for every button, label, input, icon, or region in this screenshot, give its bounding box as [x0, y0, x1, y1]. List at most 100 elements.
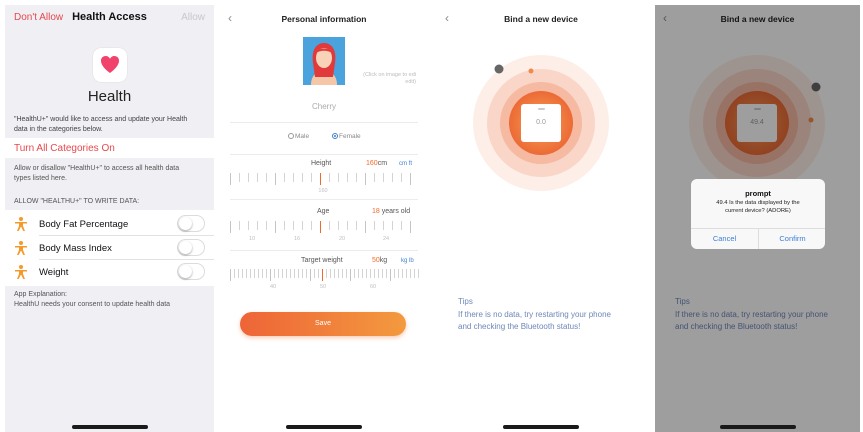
- tips-line: and checking the Bluetooth status!: [458, 322, 581, 331]
- ruler-tick: [347, 173, 348, 182]
- ruler-tick: [257, 173, 258, 182]
- save-button[interactable]: Save: [240, 312, 406, 336]
- ruler-tick-label: 24: [382, 236, 390, 242]
- ruler-tick: [338, 173, 339, 182]
- list-item-bmi[interactable]: Body Mass Index: [5, 236, 214, 260]
- weight-unit-switch[interactable]: kg lb: [401, 258, 414, 264]
- ruler-tick-label: 60: [369, 284, 377, 290]
- confirm-button[interactable]: Confirm: [759, 229, 825, 249]
- ruler-tick: [383, 221, 384, 230]
- height-unit-switch[interactable]: cm ft: [399, 161, 412, 167]
- gender-female-label: Female: [339, 133, 361, 140]
- ruler-tick: [284, 173, 285, 182]
- person-figure-icon: [15, 217, 27, 231]
- body-fat-toggle[interactable]: [177, 215, 205, 232]
- ruler-tick: [330, 269, 331, 278]
- ruler-tick: [284, 221, 285, 230]
- list-item-label: Body Fat Percentage: [39, 219, 129, 230]
- tips-title: Tips: [458, 297, 473, 306]
- gender-female-option[interactable]: Female: [332, 133, 361, 140]
- cancel-button[interactable]: Cancel: [691, 229, 758, 249]
- weight-toggle[interactable]: [177, 263, 205, 280]
- ruler-tick: [320, 173, 321, 185]
- radio-checked-icon: [332, 133, 338, 140]
- ruler-tick: [314, 269, 315, 278]
- tips-line: If there is no data, try restarting your…: [458, 309, 611, 319]
- ruler-tick: [350, 269, 351, 281]
- scale-reading: 0.0: [536, 119, 546, 126]
- home-indicator[interactable]: [503, 425, 579, 429]
- page-title: Personal information: [281, 14, 367, 24]
- ruler-tick: [410, 269, 411, 278]
- divider: [230, 154, 418, 155]
- ruler-tick: [406, 269, 407, 278]
- allow-disallow-text: Allow or disallow "HealthU+" to access a…: [14, 164, 206, 184]
- ruler-tick: [334, 269, 335, 278]
- health-access-screen: Don't Allow Health Access Allow Health "…: [5, 5, 214, 432]
- turn-all-on-button[interactable]: Turn All Categories On: [14, 143, 115, 154]
- ruler-tick: [418, 269, 419, 278]
- allow-text-line: types listed here.: [14, 175, 67, 182]
- ruler-tick: [293, 221, 294, 230]
- target-weight-ruler[interactable]: [230, 269, 419, 283]
- ruler-tick: [239, 173, 240, 182]
- list-item-weight[interactable]: Weight: [5, 260, 214, 284]
- divider: [230, 199, 418, 200]
- ruler-tick: [394, 269, 395, 278]
- gender-male-label: Male: [295, 133, 310, 140]
- home-indicator[interactable]: [286, 425, 362, 429]
- age-label: Age: [317, 208, 330, 215]
- health-access-nav: Don't Allow Health Access Allow: [5, 5, 214, 31]
- heart-icon: [101, 56, 119, 73]
- turn-all-on-row[interactable]: Turn All Categories On: [5, 138, 214, 158]
- ruler-tick: [366, 269, 367, 278]
- home-indicator[interactable]: [719, 425, 796, 429]
- age-value: 18 years old: [372, 208, 410, 215]
- ruler-tick: [392, 221, 393, 230]
- ruler-tick: [302, 269, 303, 278]
- write-data-list: Body Fat Percentage Body Mass Index Weig…: [5, 210, 214, 286]
- ruler-tick: [374, 173, 375, 182]
- ruler-tick: [298, 269, 299, 278]
- ruler-tick: [230, 173, 231, 185]
- age-ruler[interactable]: [230, 221, 418, 235]
- height-ruler[interactable]: [230, 173, 418, 187]
- home-indicator[interactable]: [71, 425, 148, 429]
- ruler-tick: [302, 173, 303, 182]
- ruler-tick: [246, 269, 247, 278]
- ruler-tick: [248, 173, 249, 182]
- list-item-label: Body Mass Index: [39, 243, 112, 254]
- ruler-tick: [250, 269, 251, 278]
- avatar-edit-hint: (Click on image to edi edit): [350, 72, 416, 86]
- personal-info-screen: ‹ Personal information (Click on image t…: [220, 5, 428, 432]
- scale-indicator: [538, 108, 545, 110]
- avatar-hint-line: (Click on image to edi: [363, 72, 416, 78]
- ruler-tick: [230, 221, 231, 233]
- ruler-tick: [262, 269, 263, 278]
- allow-button[interactable]: Allow: [181, 12, 205, 23]
- height-value: 160cm: [366, 160, 387, 167]
- ruler-tick: [365, 173, 366, 185]
- bmi-toggle[interactable]: [177, 239, 205, 256]
- gender-male-option[interactable]: Male: [288, 133, 309, 140]
- nickname-field[interactable]: Cherry: [220, 102, 428, 111]
- ruler-tick: [326, 269, 327, 278]
- avatar-hint-line: edit): [405, 79, 416, 85]
- ruler-tick: [242, 269, 243, 278]
- ruler-tick: [278, 269, 279, 278]
- ruler-tick: [294, 269, 295, 278]
- ruler-tick: [290, 269, 291, 278]
- ruler-tick: [365, 221, 366, 233]
- ruler-tick: [410, 221, 411, 233]
- ruler-tick: [354, 269, 355, 278]
- list-item-body-fat[interactable]: Body Fat Percentage: [5, 212, 214, 236]
- ruler-tick: [282, 269, 283, 278]
- ruler-tick: [275, 173, 276, 185]
- weight-number: 50: [372, 257, 380, 264]
- write-data-section-header: ALLOW "HEALTHU+" TO WRITE DATA:: [14, 198, 140, 205]
- avatar[interactable]: [303, 37, 345, 85]
- dialog-message-line: 49.4 Is the data displayed by the: [716, 200, 800, 206]
- ruler-tick: [386, 269, 387, 278]
- ruler-tick: [338, 269, 339, 278]
- access-description-line: "HealthU+" would like to access and upda…: [14, 116, 188, 123]
